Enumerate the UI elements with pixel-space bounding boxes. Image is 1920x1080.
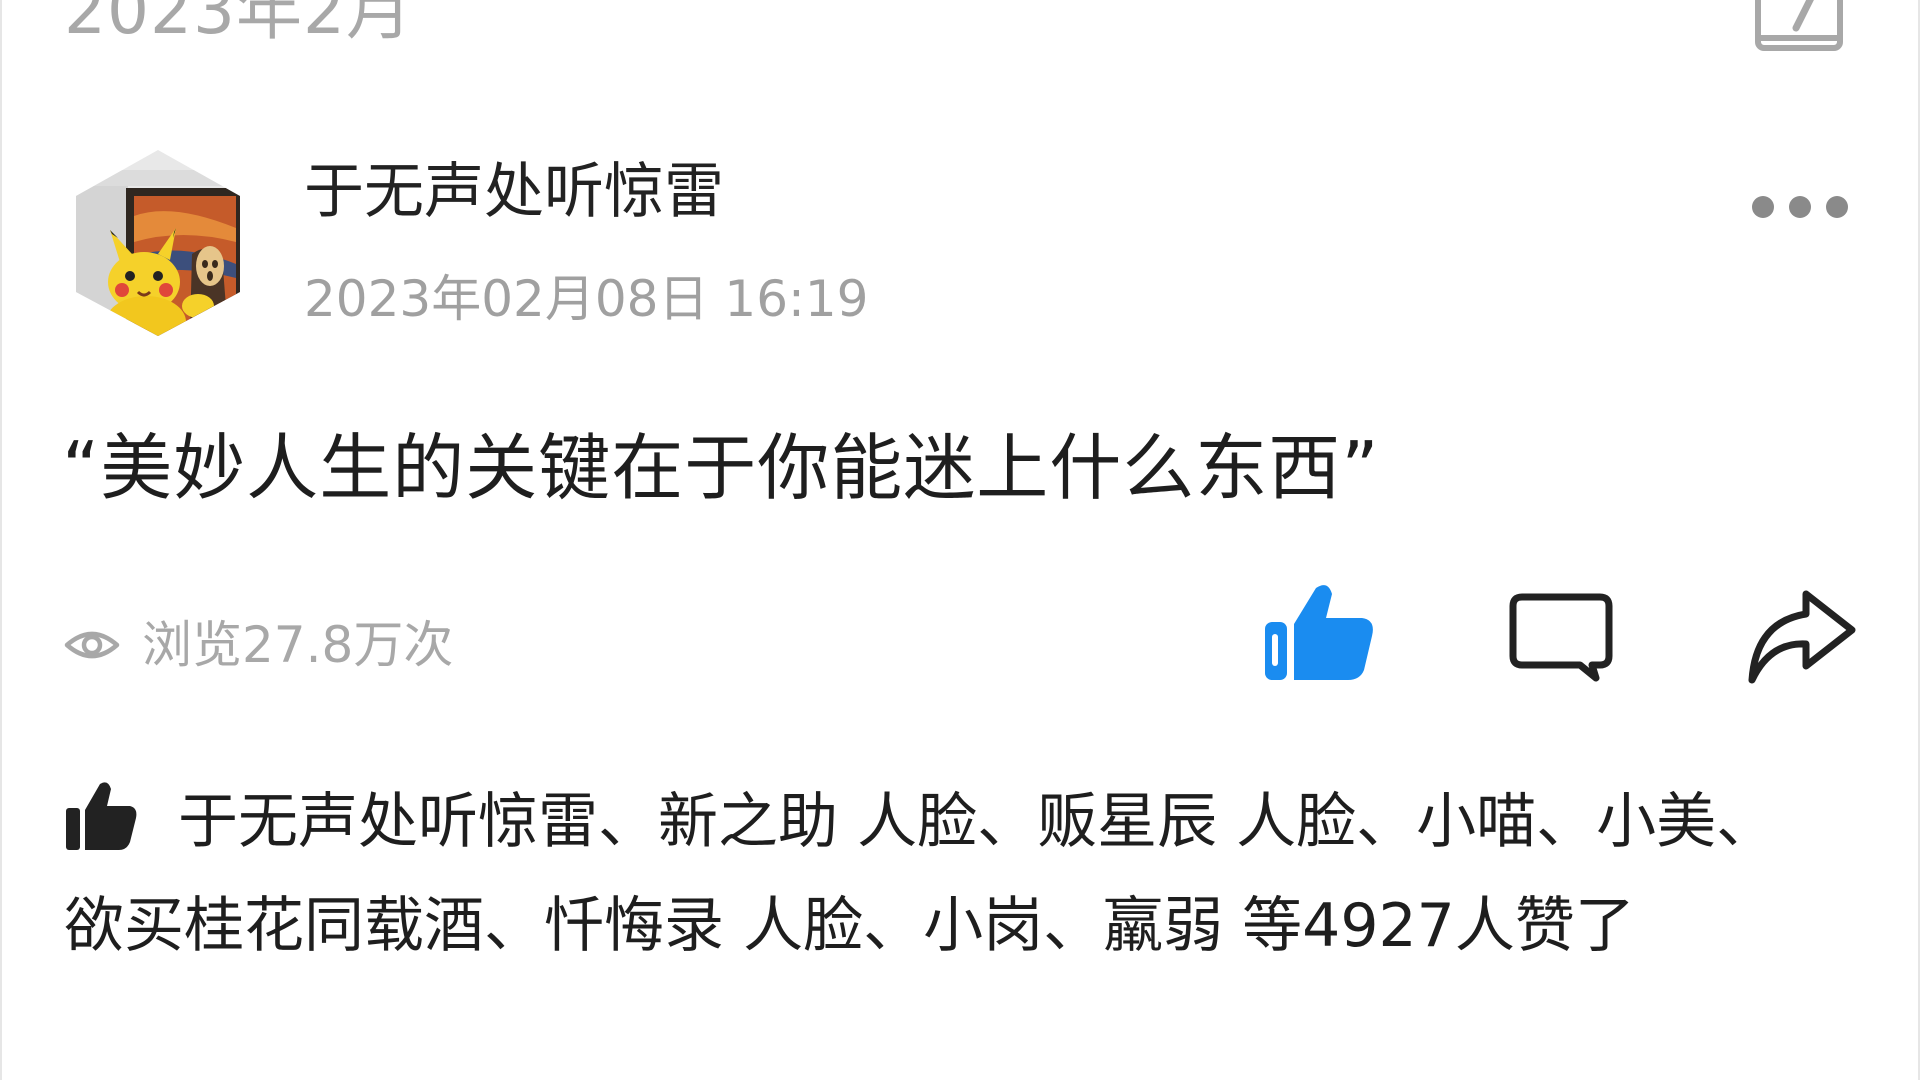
likes-summary-text[interactable]: 于无声处听惊雷、新之助 人脸、贩星辰 人脸、小喵、小美、欲买桂花同载酒、忏悔录 …: [64, 787, 1776, 961]
like-button[interactable]: [1262, 580, 1376, 684]
author-name[interactable]: 于无声处听惊雷: [304, 162, 724, 222]
month-header: 2023年2月: [64, 0, 413, 49]
comment-button[interactable]: [1508, 592, 1614, 682]
thumbs-up-icon: [1265, 585, 1373, 680]
moments-post-screen: 2023年2月 于无声处听惊雷 2023年02月08日 16:19 “美妙人生的…: [0, 0, 1920, 1080]
view-count-label: 浏览27.8万次: [142, 616, 454, 674]
more-options-button[interactable]: [1752, 190, 1848, 224]
view-count: 浏览27.8万次: [64, 615, 453, 675]
left-border: [0, 0, 2, 1080]
post-content: “美妙人生的关键在于你能迷上什么东西”: [62, 426, 1380, 510]
share-button[interactable]: [1744, 586, 1858, 686]
more-dots-icon: [1789, 196, 1811, 218]
likes-summary: 于无声处听惊雷、新之助 人脸、贩星辰 人脸、小喵、小美、欲买桂花同载酒、忏悔录 …: [64, 770, 1834, 978]
eye-icon: [64, 617, 120, 673]
thumbs-up-icon: [64, 780, 138, 852]
author-avatar[interactable]: [72, 146, 244, 340]
post-timestamp: 2023年02月08日 16:19: [304, 270, 869, 328]
more-dots-icon: [1826, 196, 1848, 218]
more-dots-icon: [1752, 196, 1774, 218]
comment-bubble-icon: [1509, 593, 1613, 682]
calendar-icon[interactable]: [1754, 0, 1844, 52]
share-arrow-icon: [1748, 590, 1856, 684]
